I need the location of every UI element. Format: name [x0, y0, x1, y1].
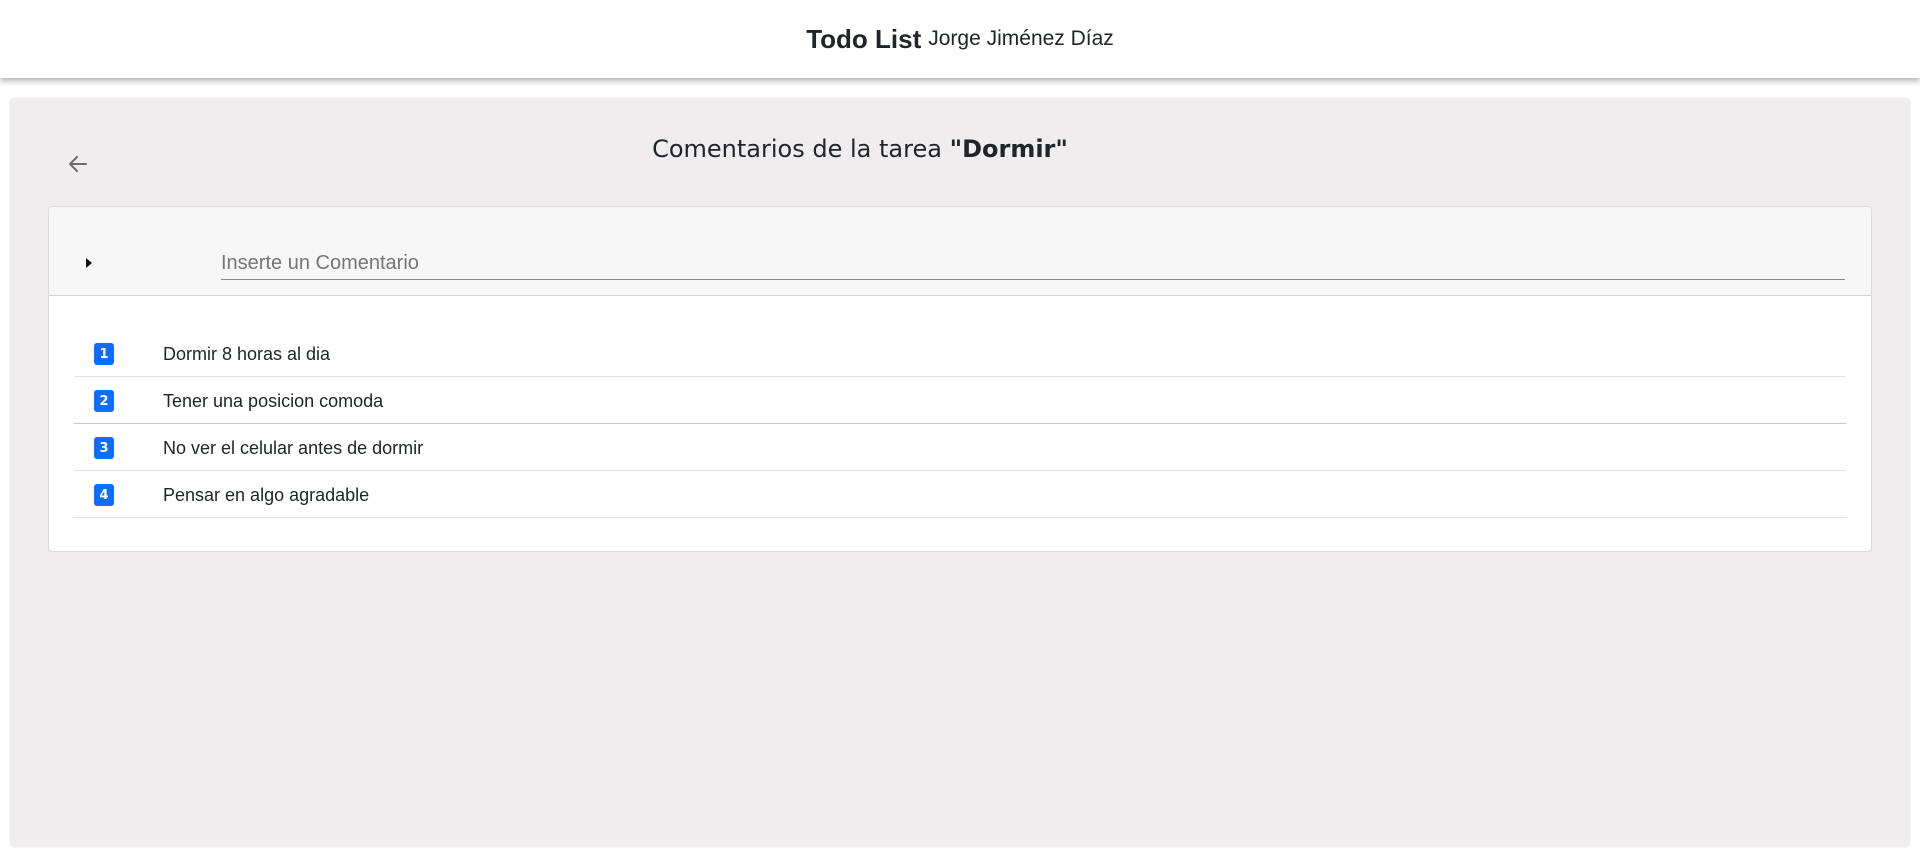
page-title-prefix: Comentarios de la tarea [652, 135, 950, 163]
user-name: Jorge Jiménez Díaz [928, 27, 1114, 50]
comment-number-badge: 4 [94, 484, 114, 506]
comment-number-badge: 3 [94, 437, 114, 459]
comment-text: No ver el celular antes de dormir [163, 438, 424, 458]
task-name: "Dormir" [949, 135, 1068, 163]
comment-item: 2 Tener una posicion comoda [74, 377, 1846, 424]
top-navbar: Todo List Jorge Jiménez Díaz [0, 0, 1920, 78]
app-title[interactable]: Todo List [806, 24, 921, 55]
comments-card: 1 Dormir 8 horas al dia 2 Tener una posi… [48, 206, 1872, 552]
page-title: Comentarios de la tarea "Dormir" [10, 135, 1710, 163]
comment-item: 1 Dormir 8 horas al dia [74, 330, 1846, 377]
comment-number-badge: 2 [94, 390, 114, 412]
comment-input[interactable] [221, 247, 1845, 280]
comment-text: Dormir 8 horas al dia [163, 344, 331, 364]
comment-list: 1 Dormir 8 horas al dia 2 Tener una posi… [74, 330, 1846, 518]
caret-right-icon [84, 256, 94, 274]
main-panel: Comentarios de la tarea "Dormir" 1 Dormi… [10, 98, 1910, 847]
comment-item: 3 No ver el celular antes de dormir [74, 424, 1846, 471]
comment-number-badge: 1 [94, 343, 114, 365]
comment-text: Tener una posicion comoda [163, 391, 384, 411]
expand-toggle[interactable] [79, 255, 99, 275]
comment-form [49, 207, 1871, 296]
comment-item: 4 Pensar en algo agradable [74, 471, 1846, 518]
comment-text: Pensar en algo agradable [163, 485, 370, 505]
